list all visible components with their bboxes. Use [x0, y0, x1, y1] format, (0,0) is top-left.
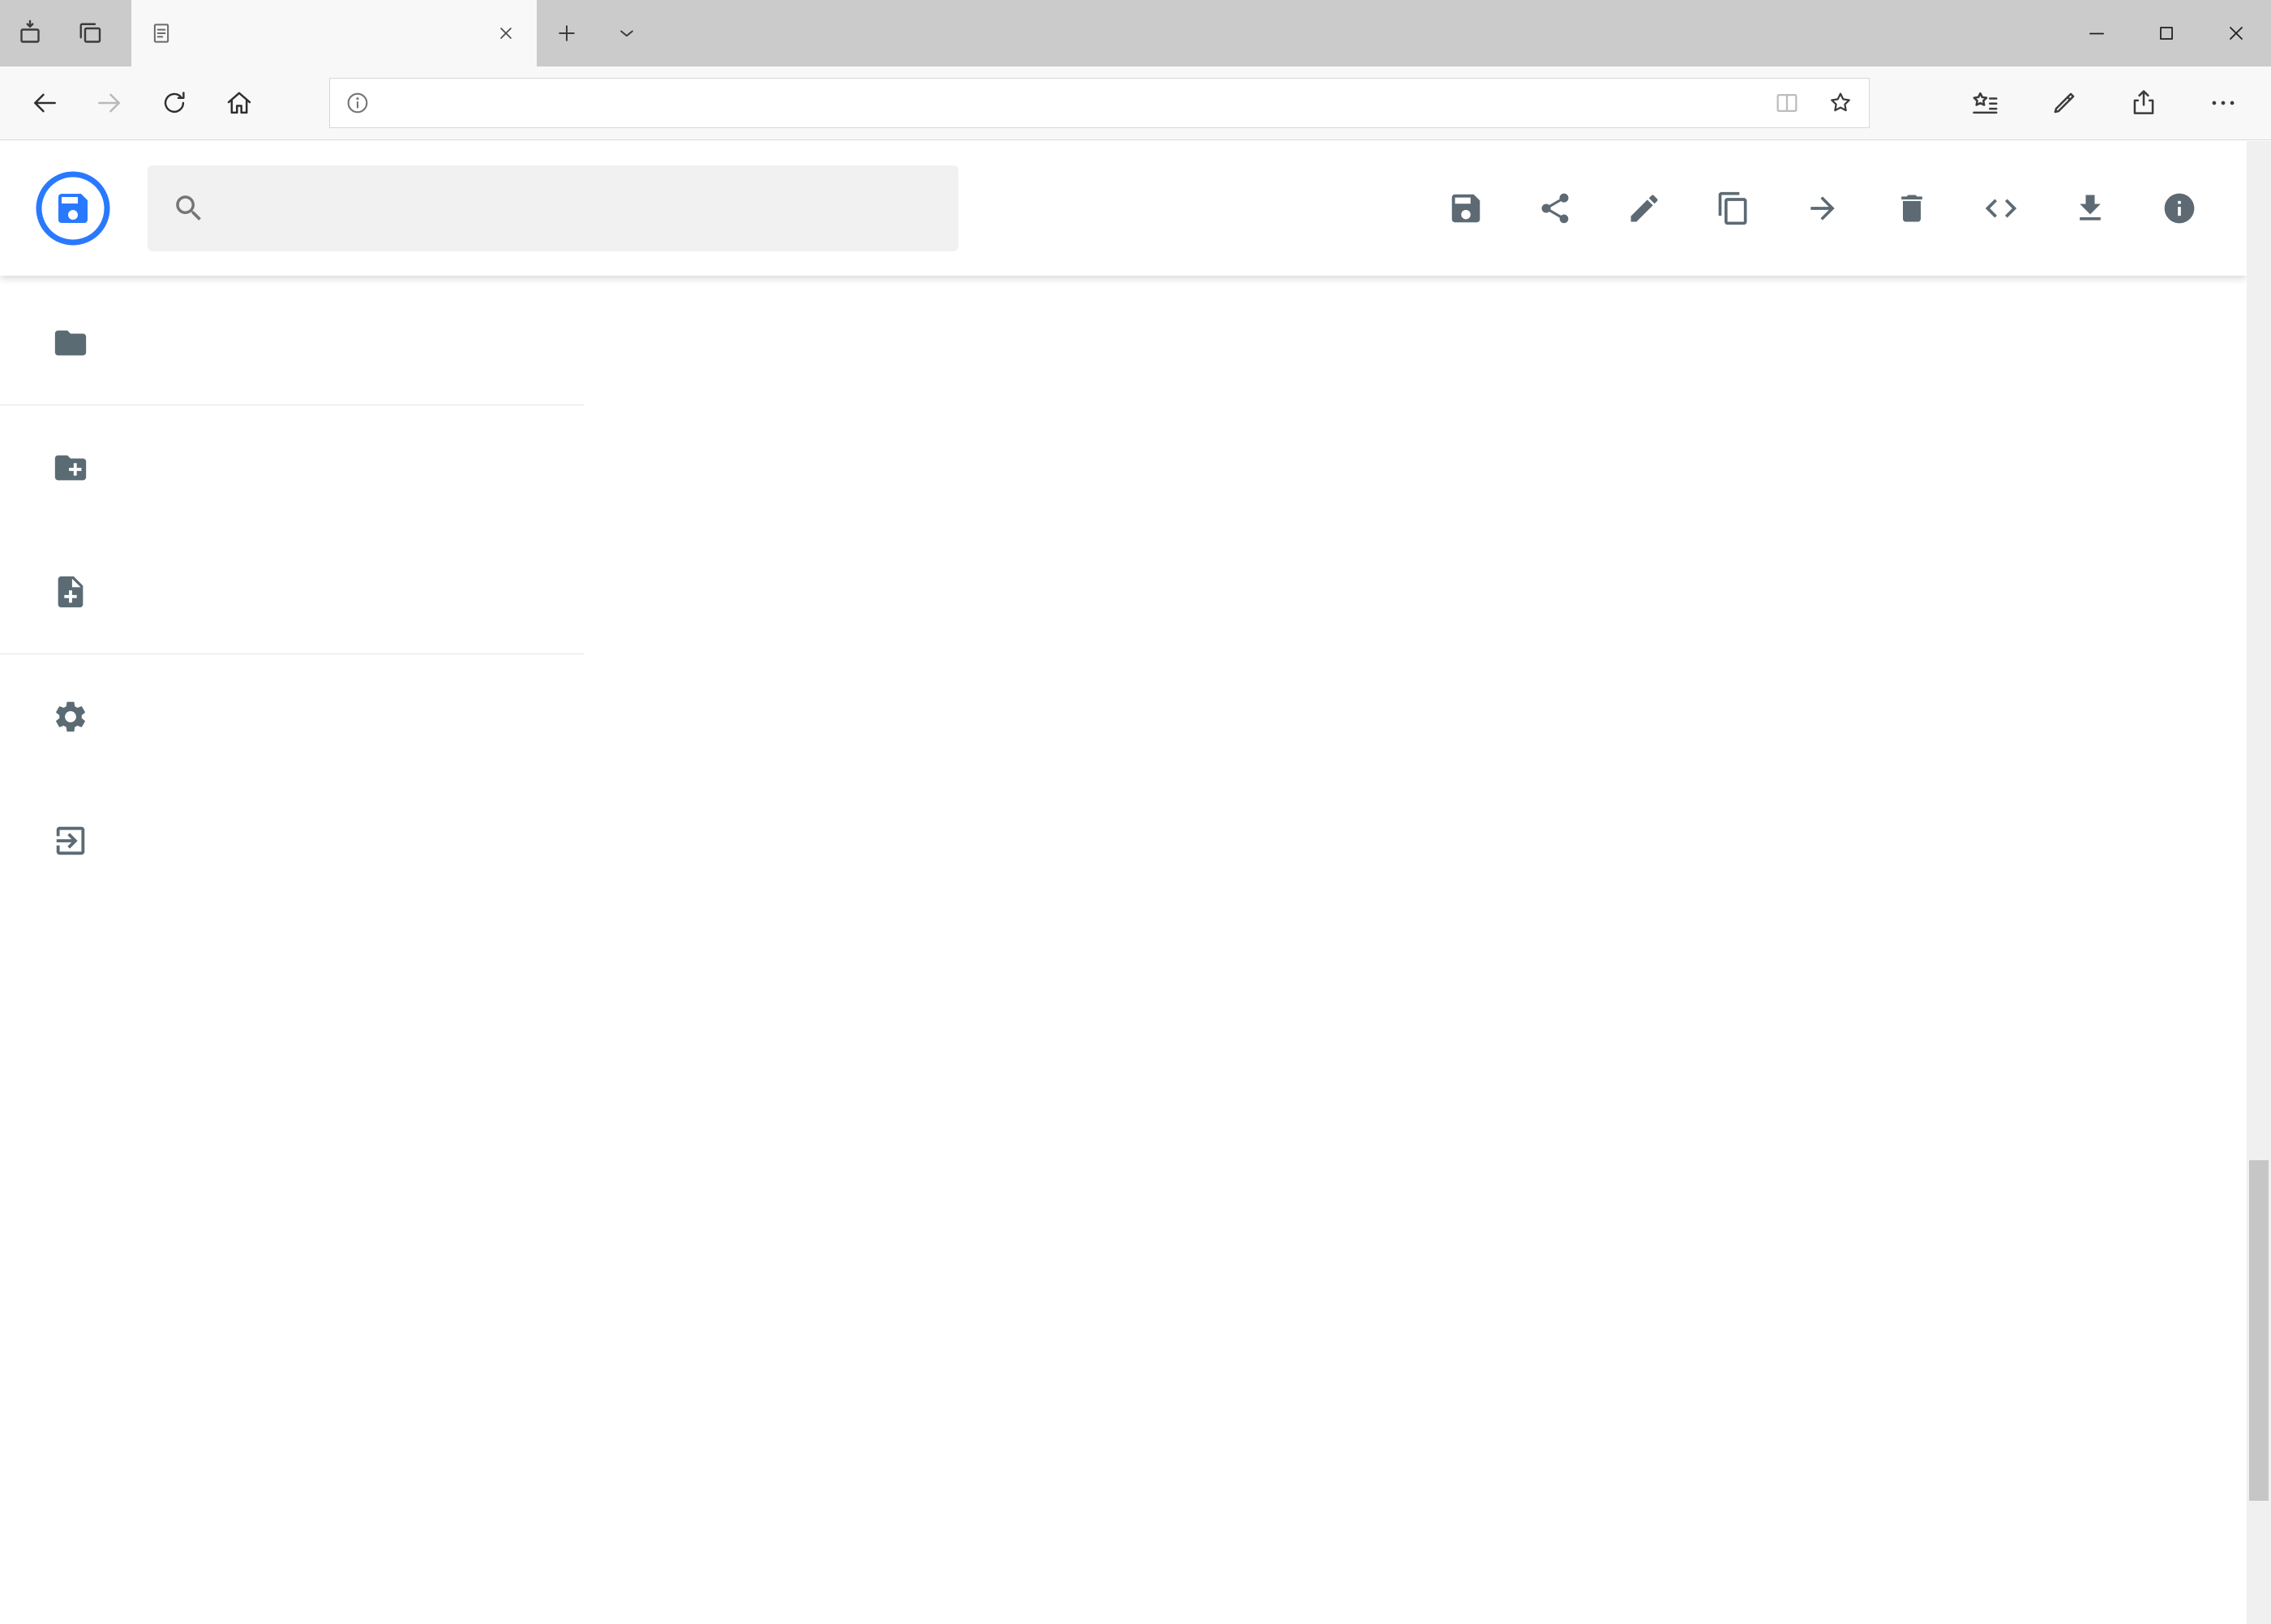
folder-icon [54, 330, 87, 355]
back-arrow-icon [34, 93, 56, 113]
refresh-icon [164, 92, 185, 114]
minimize-button[interactable] [2062, 0, 2132, 66]
site-info-icon[interactable] [345, 90, 371, 116]
sidebar-item-my-files[interactable] [0, 281, 584, 405]
reading-view-icon[interactable] [1773, 89, 1801, 117]
sidebar [0, 276, 584, 1624]
search-box[interactable] [148, 165, 958, 251]
set-tabs-aside-icon [20, 19, 40, 43]
browser-actions [1956, 75, 2255, 131]
sidebar-item-logout[interactable] [0, 778, 584, 902]
page-scrollbar[interactable] [2247, 141, 2271, 1624]
address-bar[interactable] [329, 78, 1870, 128]
save-button[interactable] [1447, 190, 1485, 227]
refresh-button[interactable] [146, 75, 203, 131]
navigation-bar [0, 66, 2271, 140]
new-file-icon [58, 576, 84, 607]
copy-button[interactable] [1715, 190, 1752, 227]
tabs-you-set-aside-button[interactable] [60, 0, 120, 66]
download-button[interactable] [2072, 190, 2109, 227]
maximize-button[interactable] [2132, 0, 2201, 66]
home-button[interactable] [211, 75, 268, 131]
forward-button[interactable] [81, 75, 138, 131]
close-icon [500, 28, 512, 39]
code-editor[interactable] [584, 276, 2247, 1624]
app-header [0, 140, 2247, 276]
favorite-star-icon[interactable] [1827, 89, 1854, 117]
move-button[interactable] [1804, 190, 1841, 227]
address-bar-actions [1773, 89, 1854, 117]
home-icon [227, 92, 251, 114]
sidebar-item-new-folder[interactable] [0, 405, 584, 529]
scrollbar-thumb[interactable] [2249, 1160, 2269, 1501]
forward-arrow-icon [98, 93, 120, 113]
copy-icon [1718, 191, 1747, 225]
share-button[interactable] [1536, 190, 1574, 227]
source-code-button[interactable] [1982, 190, 2020, 227]
search-input[interactable] [227, 191, 934, 225]
page-icon [153, 24, 169, 43]
share-icon [1541, 193, 1569, 223]
ellipsis-icon [2212, 101, 2235, 105]
browser-tab[interactable] [131, 0, 537, 66]
app-body [0, 276, 2247, 1624]
editor-toolbar [1447, 190, 2198, 227]
window-controls [2062, 0, 2271, 66]
new-tab-button[interactable] [537, 0, 597, 66]
tab-preview-toggle[interactable] [597, 0, 657, 66]
set-tabs-aside-button[interactable] [0, 0, 60, 66]
search-icon [176, 195, 201, 221]
close-icon [2230, 27, 2243, 40]
stacked-tabs-icon [79, 23, 101, 43]
share-page-button[interactable] [2115, 75, 2172, 131]
info-icon [2164, 193, 2195, 223]
maximize-icon [2160, 27, 2173, 40]
download-icon [2080, 195, 2101, 221]
filebrowser-logo-icon[interactable] [34, 169, 112, 247]
hub-button[interactable] [1956, 75, 2013, 131]
filebrowser-app [0, 140, 2247, 1624]
sidebar-item-new-file[interactable] [0, 529, 584, 653]
file-info-button[interactable] [2161, 190, 2198, 227]
trash-icon [1901, 195, 1922, 221]
rename-button[interactable] [1626, 190, 1663, 227]
pen-icon [2054, 92, 2075, 114]
edit-pencil-icon [1630, 194, 1658, 221]
code-brackets-icon [1985, 199, 2017, 217]
new-folder-icon [54, 455, 87, 480]
gear-icon [56, 701, 85, 731]
tab-bar [0, 0, 2271, 66]
chevron-down-icon [620, 30, 633, 37]
tab-close-button[interactable] [488, 15, 524, 51]
more-menu-button[interactable] [2195, 75, 2252, 131]
share-icon [2133, 90, 2154, 114]
hub-favorites-icon [1973, 92, 1998, 114]
close-window-button[interactable] [2201, 0, 2271, 66]
scroll-up-arrow[interactable] [2247, 143, 2271, 170]
back-button[interactable] [16, 75, 73, 131]
web-note-button[interactable] [2036, 75, 2093, 131]
scroll-down-arrow[interactable] [2247, 1595, 2271, 1622]
logout-icon [56, 826, 85, 855]
save-icon [1451, 194, 1480, 222]
delete-button[interactable] [1893, 190, 1930, 227]
arrow-right-icon [1810, 195, 1835, 221]
sidebar-item-settings[interactable] [0, 654, 584, 778]
minimize-icon [2089, 32, 2104, 35]
plus-icon [559, 25, 575, 41]
